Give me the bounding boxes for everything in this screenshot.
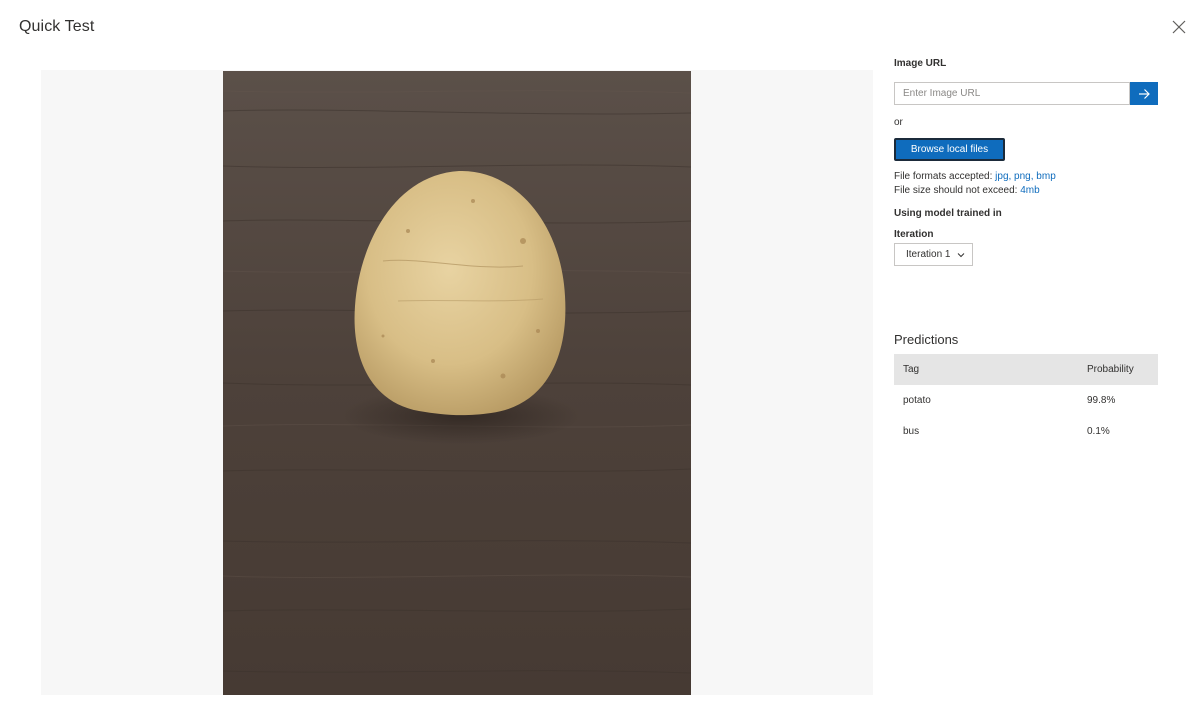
file-formats-prefix: File formats accepted: xyxy=(894,171,993,182)
file-size-text: File size should not exceed: 4mb xyxy=(894,185,1040,196)
prediction-tag: bus xyxy=(903,426,920,437)
predictions-table: Tag Probability potato 99.8% bus 0.1% xyxy=(894,354,1158,447)
prediction-probability: 99.8% xyxy=(1087,395,1116,406)
browse-local-files-button[interactable]: Browse local files xyxy=(894,138,1005,161)
column-header-tag: Tag xyxy=(903,364,920,375)
dialog-title: Quick Test xyxy=(19,18,95,35)
file-formats-link[interactable]: jpg, png, bmp xyxy=(995,171,1056,182)
or-separator: or xyxy=(894,117,903,128)
table-row: potato 99.8% xyxy=(894,385,1158,416)
model-label: Using model trained in xyxy=(894,208,1002,219)
image-url-input[interactable] xyxy=(895,83,1129,104)
file-formats-text: File formats accepted: jpg, png, bmp xyxy=(894,171,1056,182)
close-icon xyxy=(1172,20,1186,34)
predictions-title: Predictions xyxy=(894,332,959,347)
iteration-selected-value: Iteration 1 xyxy=(906,249,951,260)
image-url-field[interactable] xyxy=(894,82,1130,105)
file-size-prefix: File size should not exceed: xyxy=(894,185,1018,196)
prediction-probability: 0.1% xyxy=(1087,426,1110,437)
chevron-down-icon xyxy=(957,253,965,258)
prediction-tag: potato xyxy=(903,395,931,406)
close-button[interactable] xyxy=(1169,17,1189,37)
file-size-link[interactable]: 4mb xyxy=(1020,185,1039,196)
column-header-probability: Probability xyxy=(1087,364,1134,375)
iteration-label: Iteration xyxy=(894,229,934,240)
quick-test-dialog: Quick Test Image URL Enter Image URL or … xyxy=(0,0,1200,723)
iteration-dropdown[interactable]: Iteration 1 xyxy=(894,243,973,266)
test-image xyxy=(223,71,691,695)
arrow-right-icon xyxy=(1139,88,1150,99)
image-preview-area xyxy=(41,70,873,695)
submit-url-button[interactable] xyxy=(1130,82,1158,105)
table-row: bus 0.1% xyxy=(894,416,1158,447)
predictions-header: Tag Probability xyxy=(894,354,1158,385)
image-url-label: Image URL xyxy=(894,58,947,69)
